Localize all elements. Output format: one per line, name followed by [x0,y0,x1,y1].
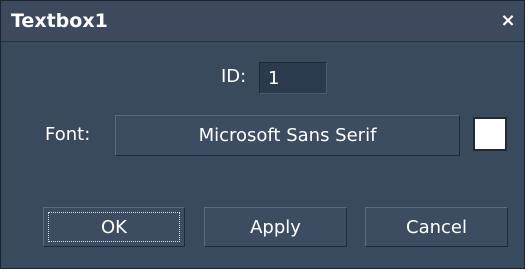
ok-button[interactable]: OK [43,207,185,247]
textbox-dialog: Textbox1 × ID: 1 Font: Microsoft Sans Se… [0,0,525,269]
apply-button[interactable]: Apply [204,207,347,247]
title-bar[interactable]: Textbox1 × [1,1,524,42]
id-label: ID: [221,66,247,87]
cancel-button-label: Cancel [406,216,467,238]
cancel-button[interactable]: Cancel [365,207,508,247]
dialog-title: Textbox1 [11,10,108,32]
id-input[interactable]: 1 [259,62,327,94]
dialog-body: ID: 1 Font: Microsoft Sans Serif OK Appl… [1,42,524,268]
ok-focus-ring [48,212,180,242]
font-color-swatch[interactable] [473,117,507,151]
font-picker-label: Microsoft Sans Serif [198,125,377,146]
apply-button-label: Apply [250,216,301,238]
font-picker-button[interactable]: Microsoft Sans Serif [115,115,460,156]
close-icon[interactable]: × [498,10,518,31]
font-label: Font: [45,124,91,145]
